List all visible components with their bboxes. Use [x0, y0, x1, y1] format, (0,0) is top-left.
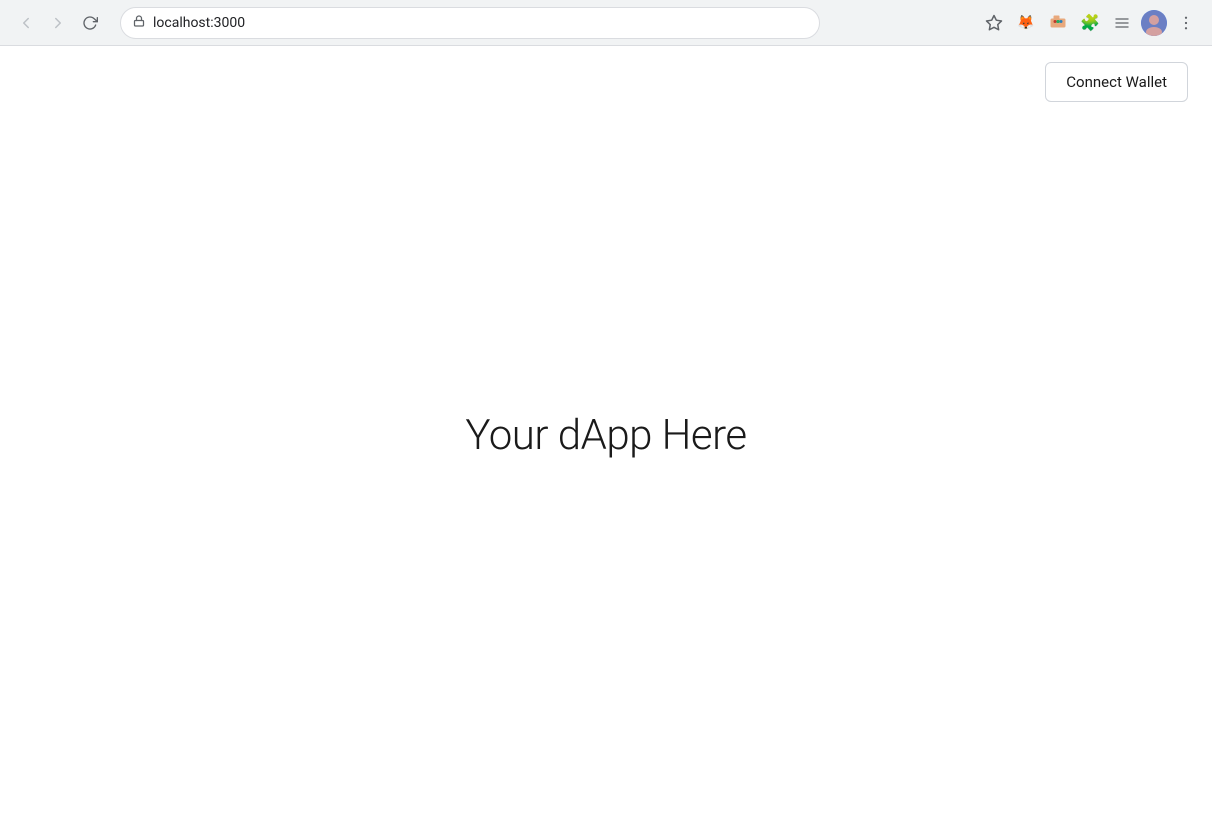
- extensions-button[interactable]: 🧩: [1076, 9, 1104, 37]
- more-options-icon: [1177, 14, 1195, 32]
- more-options-button[interactable]: [1172, 9, 1200, 37]
- metamask-extension-button[interactable]: 🦊: [1012, 9, 1040, 37]
- profile-button[interactable]: [1140, 9, 1168, 37]
- browser-chrome: localhost:3000 🦊: [0, 0, 1212, 46]
- refresh-button[interactable]: [76, 9, 104, 37]
- lock-icon: [133, 15, 145, 31]
- bookmark-button[interactable]: [980, 9, 1008, 37]
- extension2-icon: [1048, 13, 1068, 33]
- metamask-icon: 🦊: [1016, 13, 1036, 33]
- back-button[interactable]: [12, 9, 40, 37]
- browser-nav-buttons: [12, 9, 104, 37]
- star-icon: [985, 14, 1003, 32]
- refresh-icon: [82, 15, 98, 31]
- app-main: Your dApp Here: [0, 118, 1212, 832]
- forward-arrow-icon: [49, 14, 67, 32]
- address-bar[interactable]: localhost:3000: [120, 7, 820, 39]
- back-arrow-icon: [17, 14, 35, 32]
- forward-button[interactable]: [44, 9, 72, 37]
- page-content: Connect Wallet Your dApp Here: [0, 46, 1212, 832]
- app-header: Connect Wallet: [0, 46, 1212, 118]
- puzzle-icon: 🧩: [1080, 13, 1100, 33]
- browser-actions: 🦊 🧩: [980, 9, 1200, 37]
- extension2-button[interactable]: [1044, 9, 1072, 37]
- dapp-title: Your dApp Here: [465, 411, 746, 460]
- tab-strip-icon: [1114, 15, 1130, 31]
- avatar: [1141, 10, 1167, 36]
- tab-strip-button[interactable]: [1108, 9, 1136, 37]
- url-text: localhost:3000: [153, 15, 807, 31]
- connect-wallet-button[interactable]: Connect Wallet: [1045, 62, 1188, 102]
